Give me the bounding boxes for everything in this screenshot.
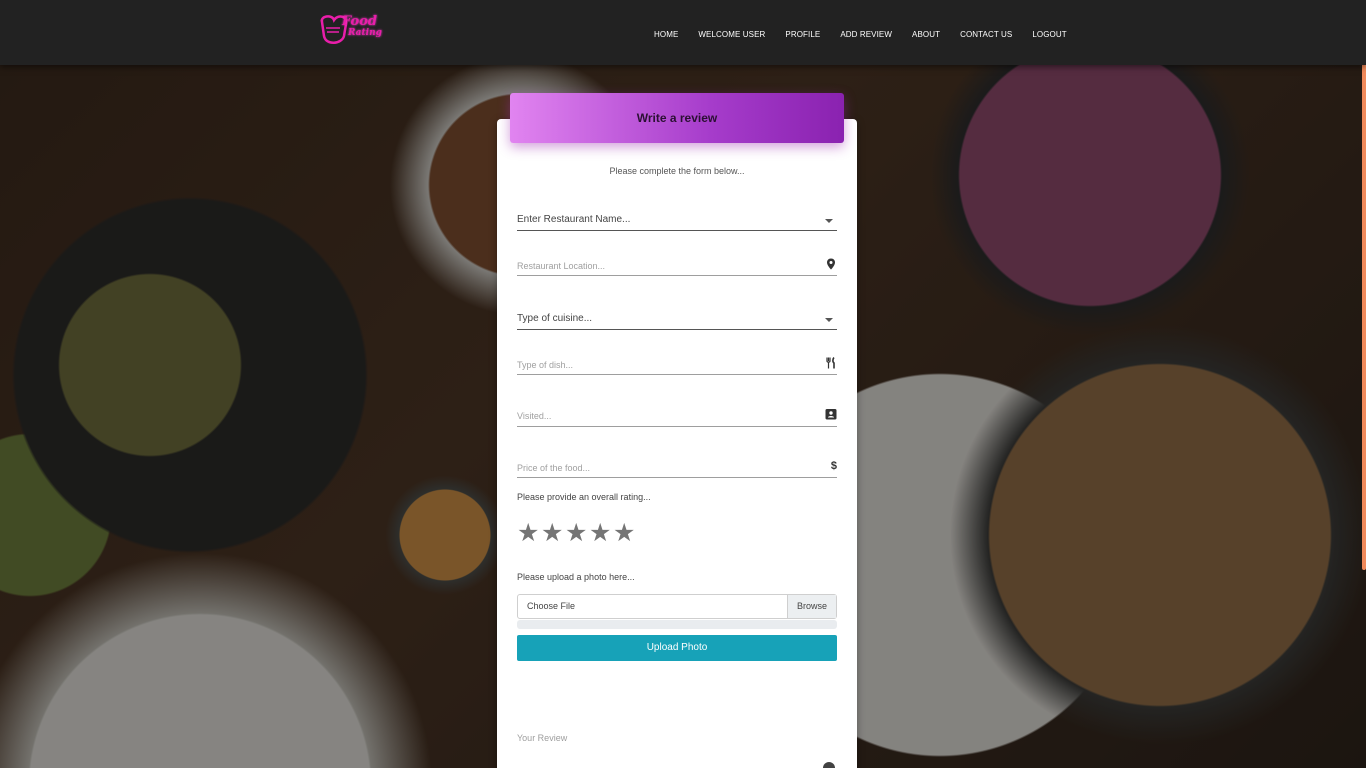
map-marker-icon xyxy=(827,258,835,270)
chevron-down-icon xyxy=(825,318,833,322)
review-form-header: Write a review xyxy=(510,93,844,143)
brand-name-line2: Rating xyxy=(348,28,382,38)
review-form-title: Write a review xyxy=(636,111,718,125)
form-subtitle: Please complete the form below... xyxy=(609,166,745,176)
textarea-icon xyxy=(823,762,835,768)
contact-calendar-icon xyxy=(825,409,837,420)
upload-photo-button[interactable]: Upload Photo xyxy=(517,635,837,661)
page-scrollbar[interactable] xyxy=(1362,40,1366,570)
star-1-icon[interactable]: ★ xyxy=(517,518,541,548)
fork-knife-icon xyxy=(826,357,835,369)
dollar-icon: $ xyxy=(830,460,837,472)
nav-about[interactable]: ABOUT xyxy=(912,30,940,39)
restaurant-name-select[interactable]: Enter Restaurant Name... xyxy=(517,210,837,231)
star-rating: ★ ★ ★ ★ ★ xyxy=(517,518,637,548)
upload-progress-bar xyxy=(517,620,837,629)
nav-profile[interactable]: PROFILE xyxy=(785,30,820,39)
chevron-down-icon xyxy=(825,219,833,223)
brand-name-line1: Food xyxy=(342,14,377,29)
nav-add-review[interactable]: ADD REVIEW xyxy=(840,30,892,39)
photo-file-input[interactable]: Choose File Browse xyxy=(517,594,837,619)
upload-label: Please upload a photo here... xyxy=(517,572,635,582)
nav-logout[interactable]: LOGOUT xyxy=(1032,30,1066,39)
restaurant-location-input[interactable]: Restaurant Location... xyxy=(517,257,837,276)
visited-date-input[interactable]: Visited... xyxy=(517,406,837,427)
restaurant-location-placeholder: Restaurant Location... xyxy=(517,261,606,271)
visited-placeholder: Visited... xyxy=(517,411,552,421)
star-2-icon[interactable]: ★ xyxy=(541,518,565,548)
nav-welcome-user[interactable]: WELCOME USER xyxy=(698,30,765,39)
cuisine-type-placeholder: Type of cuisine... xyxy=(517,313,593,324)
price-input[interactable]: Price of the food... $ xyxy=(517,459,837,478)
brand-logo-text[interactable]: Food Rating xyxy=(336,14,382,38)
cuisine-type-select[interactable]: Type of cuisine... xyxy=(517,309,837,330)
nav-contact-us[interactable]: CONTACT US xyxy=(960,30,1012,39)
star-4-icon[interactable]: ★ xyxy=(589,518,613,548)
choose-file-label[interactable]: Choose File xyxy=(527,601,575,611)
dish-type-placeholder: Type of dish... xyxy=(517,360,574,370)
star-3-icon[interactable]: ★ xyxy=(565,518,589,548)
nav-menu: HOME WELCOME USER PROFILE ADD REVIEW ABO… xyxy=(648,30,1087,39)
browse-button[interactable]: Browse xyxy=(787,595,836,618)
nav-home[interactable]: HOME xyxy=(654,30,678,39)
price-placeholder: Price of the food... xyxy=(517,463,591,473)
review-textarea-label: Your Review xyxy=(517,733,568,743)
top-navbar: Food Rating HOME WELCOME USER PROFILE AD… xyxy=(0,0,1366,65)
star-5-icon[interactable]: ★ xyxy=(613,518,637,548)
restaurant-name-placeholder: Enter Restaurant Name... xyxy=(517,214,631,225)
rating-label: Please provide an overall rating... xyxy=(517,492,651,502)
dish-type-input[interactable]: Type of dish... xyxy=(517,356,837,375)
